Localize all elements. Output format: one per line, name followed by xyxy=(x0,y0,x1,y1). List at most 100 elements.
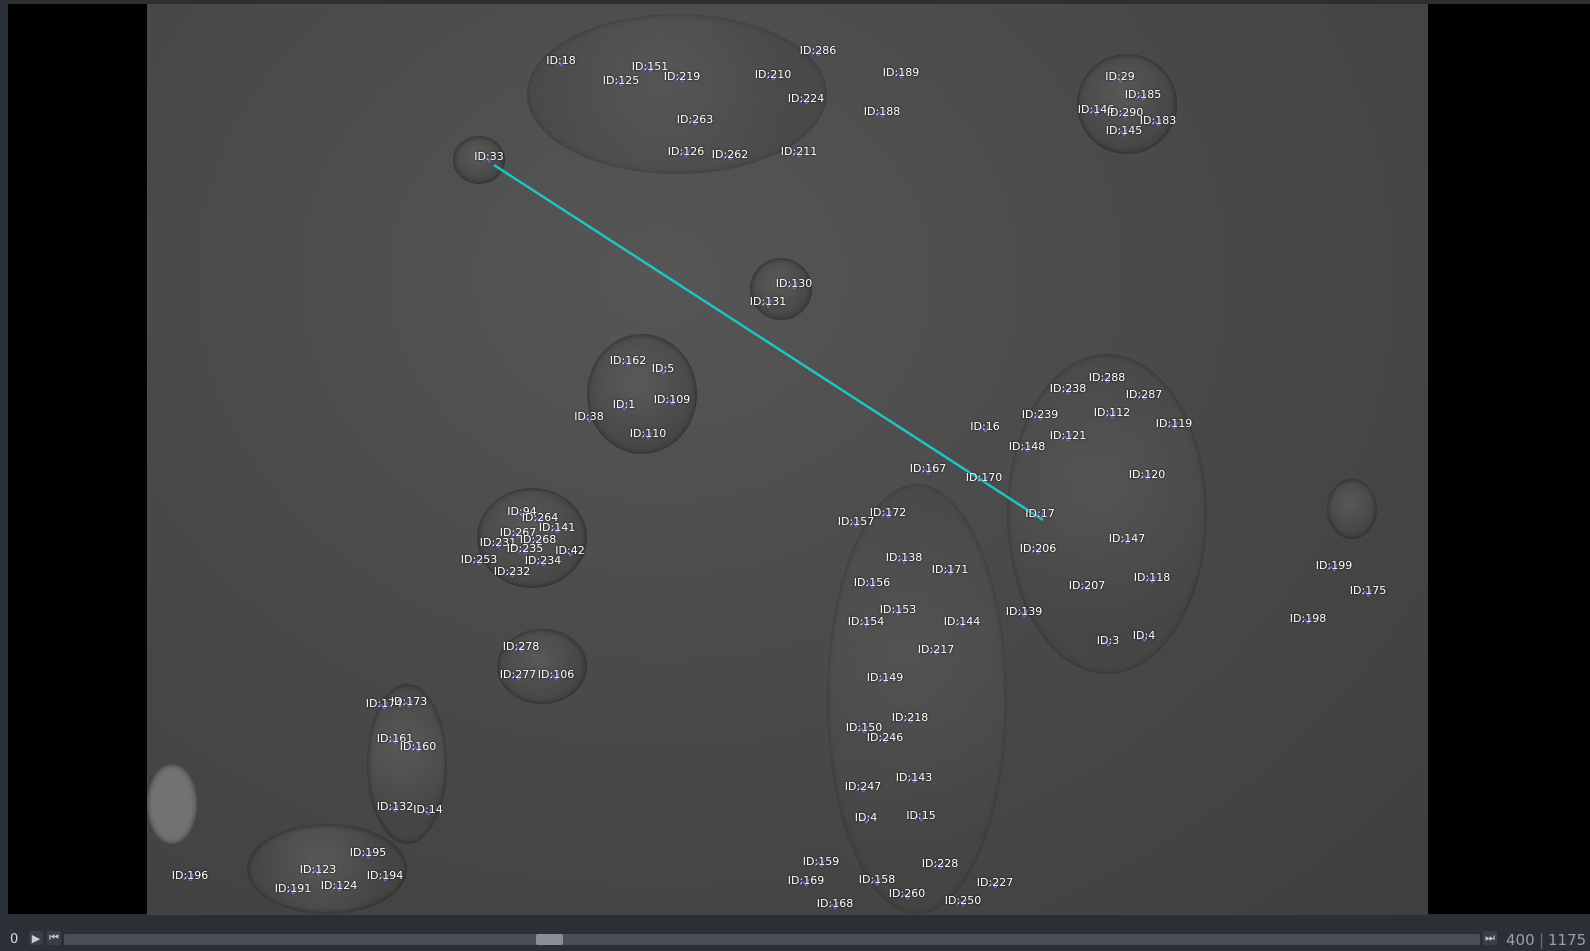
cell-blob xyxy=(827,484,1007,914)
cell-id-label[interactable]: ID:126 xyxy=(668,146,704,158)
cell-id-label[interactable]: ID:145 xyxy=(1106,125,1142,137)
cell-id-label[interactable]: ID:112 xyxy=(1094,407,1130,419)
cell-id-label[interactable]: ID:38 xyxy=(574,411,603,423)
step-back-icon[interactable]: ⏮ xyxy=(47,931,61,945)
cell-id-label[interactable]: ID:138 xyxy=(886,552,922,564)
cell-id-label[interactable]: ID:3 xyxy=(1097,635,1119,647)
cell-id-label[interactable]: ID:196 xyxy=(172,870,208,882)
cell-id-label[interactable]: ID:143 xyxy=(896,772,932,784)
cell-id-label[interactable]: ID:18 xyxy=(546,55,575,67)
cell-id-label[interactable]: ID:109 xyxy=(654,394,690,406)
play-icon[interactable]: ▶ xyxy=(29,931,43,945)
cell-id-label[interactable]: ID:250 xyxy=(945,895,981,907)
cell-id-label[interactable]: ID:217 xyxy=(918,644,954,656)
slider-thumb[interactable] xyxy=(536,934,564,945)
cell-id-label[interactable]: ID:189 xyxy=(883,67,919,79)
cell-id-label[interactable]: ID:232 xyxy=(494,566,530,578)
cell-id-label[interactable]: ID:278 xyxy=(503,641,539,653)
timeline-slider[interactable] xyxy=(64,934,1480,945)
cell-id-label[interactable]: ID:14 xyxy=(413,804,442,816)
cell-id-label[interactable]: ID:211 xyxy=(781,146,817,158)
cell-id-label[interactable]: ID:168 xyxy=(817,898,853,910)
cell-id-label[interactable]: ID:159 xyxy=(803,856,839,868)
cell-id-label[interactable]: ID:206 xyxy=(1020,543,1056,555)
cell-id-label[interactable]: ID:253 xyxy=(461,554,497,566)
cell-id-label[interactable]: ID:157 xyxy=(838,516,874,528)
cell-id-label[interactable]: ID:119 xyxy=(1156,418,1192,430)
cell-id-label[interactable]: ID:162 xyxy=(610,355,646,367)
cell-id-label[interactable]: ID:33 xyxy=(474,151,503,163)
cell-id-label[interactable]: ID:207 xyxy=(1069,580,1105,592)
cell-id-label[interactable]: ID:125 xyxy=(603,75,639,87)
cell-id-label[interactable]: ID:210 xyxy=(755,69,791,81)
cell-id-label[interactable]: ID:234 xyxy=(525,555,561,567)
cell-id-label[interactable]: ID:118 xyxy=(1134,572,1170,584)
cell-id-label[interactable]: ID:121 xyxy=(1050,430,1086,442)
cell-id-label[interactable]: ID:124 xyxy=(321,880,357,892)
current-frame: 400 xyxy=(1506,931,1535,949)
cell-id-label[interactable]: ID:131 xyxy=(750,296,786,308)
cell-id-label[interactable]: ID:191 xyxy=(275,883,311,895)
cell-id-label[interactable]: ID:139 xyxy=(1006,606,1042,618)
cell-id-label[interactable]: ID:167 xyxy=(910,463,946,475)
cell-id-label[interactable]: ID:144 xyxy=(944,616,980,628)
cell-id-label[interactable]: ID:185 xyxy=(1125,89,1161,101)
cell-id-label[interactable]: ID:224 xyxy=(788,93,824,105)
cell-id-label[interactable]: ID:123 xyxy=(300,864,336,876)
cell-id-label[interactable]: ID:169 xyxy=(788,875,824,887)
cell-id-label[interactable]: ID:239 xyxy=(1022,409,1058,421)
cell-id-label[interactable]: ID:227 xyxy=(977,877,1013,889)
cell-id-label[interactable]: ID:286 xyxy=(800,45,836,57)
cell-id-label[interactable]: ID:4 xyxy=(855,812,877,824)
step-end-icon[interactable]: ⏭ xyxy=(1483,931,1497,945)
cell-id-label[interactable]: ID:290 xyxy=(1107,107,1143,119)
cell-id-label[interactable]: ID:130 xyxy=(776,278,812,290)
cell-id-label[interactable]: ID:228 xyxy=(922,858,958,870)
cell-id-label[interactable]: ID:148 xyxy=(1009,441,1045,453)
cell-id-label[interactable]: ID:171 xyxy=(932,564,968,576)
cell-id-label[interactable]: ID:172 xyxy=(870,507,906,519)
cell-id-label[interactable]: ID:194 xyxy=(367,870,403,882)
cell-id-label[interactable]: ID:260 xyxy=(889,888,925,900)
total-frames: 1175 xyxy=(1548,931,1587,949)
cell-id-label[interactable]: ID:153 xyxy=(880,604,916,616)
cell-id-label[interactable]: ID:238 xyxy=(1050,383,1086,395)
cell-id-label[interactable]: ID:288 xyxy=(1089,372,1125,384)
microscopy-image[interactable] xyxy=(147,4,1428,915)
cell-id-label[interactable]: ID:262 xyxy=(712,149,748,161)
cell-id-label[interactable]: ID:188 xyxy=(864,106,900,118)
cell-id-label[interactable]: ID:120 xyxy=(1129,469,1165,481)
frame-separator: | xyxy=(1539,931,1545,949)
cell-id-label[interactable]: ID:173 xyxy=(391,696,427,708)
cell-id-label[interactable]: ID:147 xyxy=(1109,533,1145,545)
cell-id-label[interactable]: ID:149 xyxy=(867,672,903,684)
cell-id-label[interactable]: ID:175 xyxy=(1350,585,1386,597)
cell-id-label[interactable]: ID:16 xyxy=(970,421,999,433)
cell-id-label[interactable]: ID:29 xyxy=(1105,71,1134,83)
cell-id-label[interactable]: ID:106 xyxy=(538,669,574,681)
cell-id-label[interactable]: ID:151 xyxy=(632,61,668,73)
cell-id-label[interactable]: ID:110 xyxy=(630,428,666,440)
cell-id-label[interactable]: ID:154 xyxy=(848,616,884,628)
cell-id-label[interactable]: ID:263 xyxy=(677,114,713,126)
cell-id-label[interactable]: ID:247 xyxy=(845,781,881,793)
cell-id-label[interactable]: ID:218 xyxy=(892,712,928,724)
cell-id-label[interactable]: ID:15 xyxy=(906,810,935,822)
cell-id-label[interactable]: ID:287 xyxy=(1126,389,1162,401)
cell-id-label[interactable]: ID:158 xyxy=(859,874,895,886)
cell-id-label[interactable]: ID:1 xyxy=(613,399,635,411)
cell-id-label[interactable]: ID:246 xyxy=(867,732,903,744)
cell-id-label[interactable]: ID:160 xyxy=(400,741,436,753)
cell-id-label[interactable]: ID:156 xyxy=(854,577,890,589)
cell-id-label[interactable]: ID:277 xyxy=(500,669,536,681)
cell-id-label[interactable]: ID:170 xyxy=(966,472,1002,484)
cell-id-label[interactable]: ID:199 xyxy=(1316,560,1352,572)
cell-id-label[interactable]: ID:183 xyxy=(1140,115,1176,127)
cell-id-label[interactable]: ID:4 xyxy=(1133,630,1155,642)
cell-id-label[interactable]: ID:198 xyxy=(1290,613,1326,625)
cell-id-label[interactable]: ID:219 xyxy=(664,71,700,83)
cell-id-label[interactable]: ID:132 xyxy=(377,801,413,813)
cell-id-label[interactable]: ID:195 xyxy=(350,847,386,859)
cell-id-label[interactable]: ID:5 xyxy=(652,363,674,375)
cell-id-label[interactable]: ID:17 xyxy=(1025,508,1054,520)
